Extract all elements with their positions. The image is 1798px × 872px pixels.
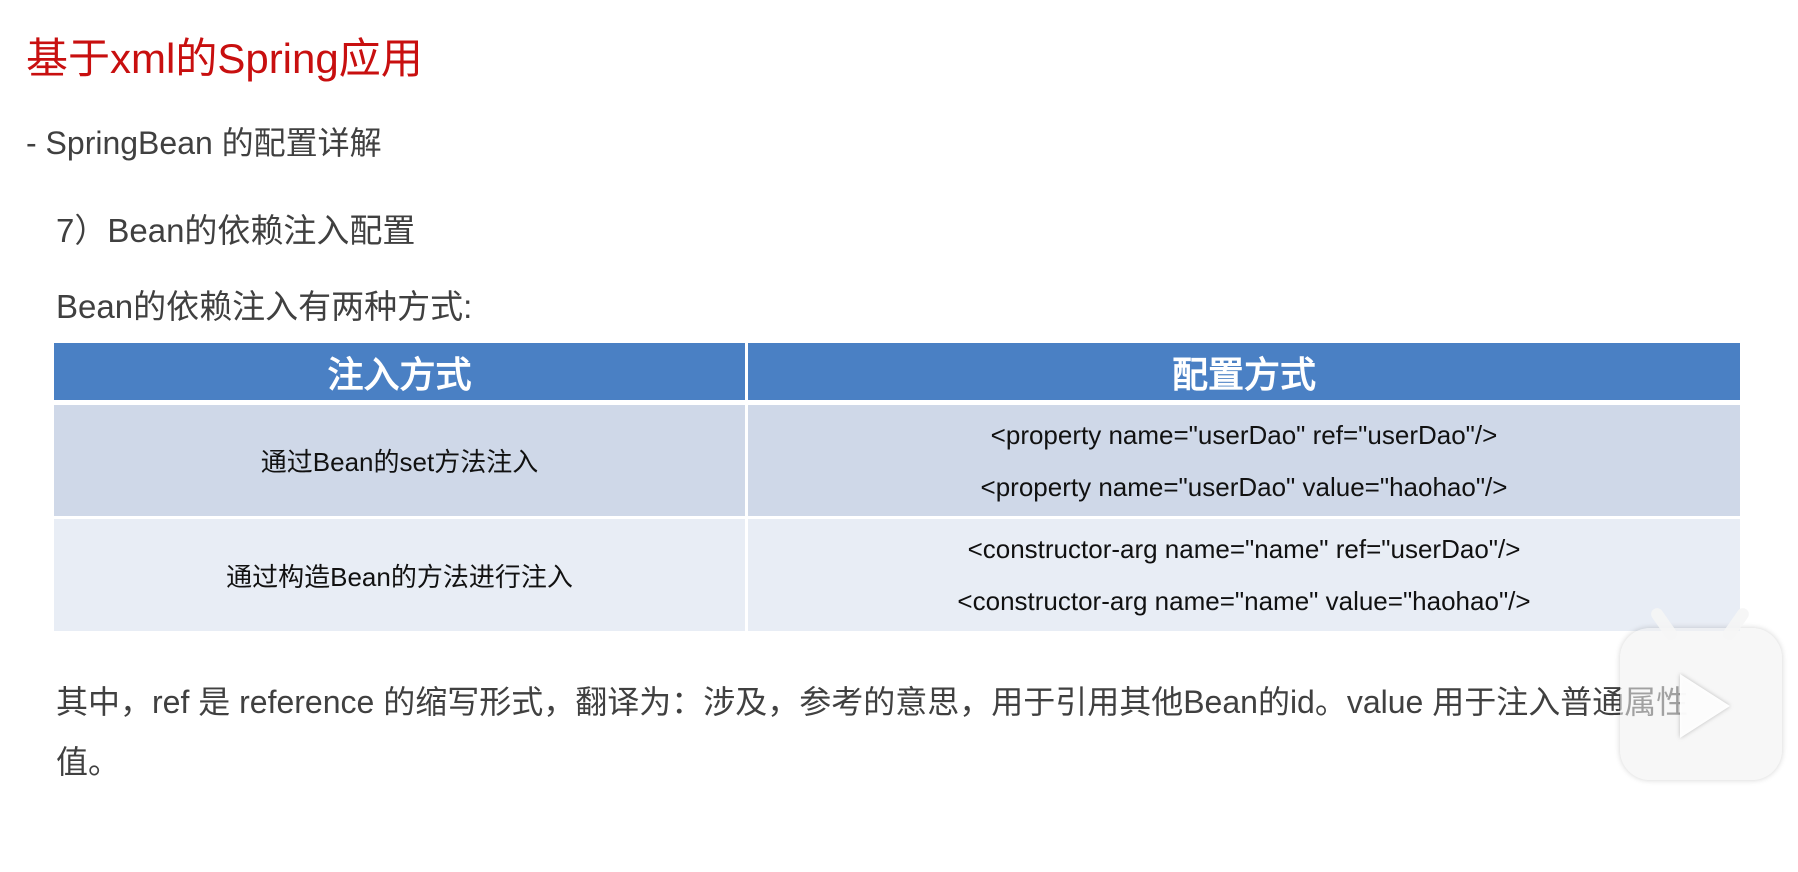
slide-title: 基于xml的Spring应用 [26, 35, 423, 82]
table-cell-method: 通过构造Bean的方法进行注入 [54, 519, 748, 631]
table-cell-config: <constructor-arg name="name" ref="userDa… [748, 519, 1740, 631]
explanation-note: 其中，ref 是 reference 的缩写形式，翻译为：涉及，参考的意思，用于… [56, 684, 1689, 780]
table-cell-method: 通过Bean的set方法注入 [54, 405, 748, 516]
intro-text: Bean的依赖注入有两种方式: [56, 288, 473, 325]
injection-table: 注入方式 配置方式 通过Bean的set方法注入 <property name=… [54, 343, 1740, 631]
table-row: 通过Bean的set方法注入 <property name="userDao" … [54, 405, 1740, 519]
config-line: <constructor-arg name="name" value="haoh… [957, 586, 1531, 616]
config-line: <property name="userDao" ref="userDao"/> [990, 419, 1498, 450]
slide-subtitle: - SpringBean 的配置详解 [26, 125, 382, 161]
video-play-button[interactable] [1620, 605, 1782, 780]
table-header-row: 注入方式 配置方式 [54, 343, 1740, 405]
config-line: <property name="userDao" value="haohao"/… [980, 471, 1508, 502]
table-cell-config: <property name="userDao" ref="userDao"/>… [748, 405, 1740, 516]
config-line: <constructor-arg name="name" ref="userDa… [967, 534, 1521, 564]
table-row: 通过构造Bean的方法进行注入 <constructor-arg name="n… [54, 519, 1740, 631]
section-heading: 7）Bean的依赖注入配置 [56, 212, 416, 249]
video-play-icon [1680, 674, 1730, 738]
table-header-config: 配置方式 [748, 343, 1740, 400]
table-header-method: 注入方式 [54, 343, 748, 400]
